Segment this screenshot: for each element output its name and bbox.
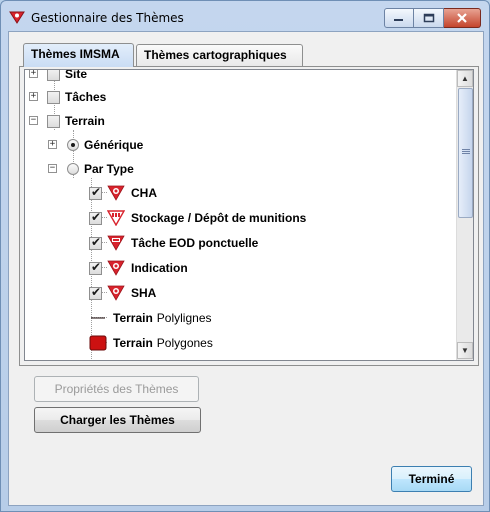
scroll-down-button[interactable]: ▼ — [457, 342, 473, 359]
hazard-triangle-icon — [107, 185, 125, 201]
scroll-up-button[interactable]: ▲ — [457, 70, 473, 87]
tree-item-taches[interactable]: Tâches — [47, 87, 106, 107]
ammo-triangle-icon — [107, 210, 125, 226]
load-themes-button[interactable]: Charger les Thèmes — [34, 407, 201, 433]
scroll-thumb[interactable] — [458, 88, 473, 218]
maximize-icon — [414, 9, 443, 27]
button-label: Charger les Thèmes — [60, 413, 175, 427]
minimize-icon — [385, 9, 413, 27]
theme-properties-button[interactable]: Propriétés des Thèmes — [34, 376, 199, 402]
collapse-toggle[interactable]: − — [29, 116, 38, 125]
theme-tree[interactable]: + Site + Tâches − Terrain + Générique − … — [24, 69, 474, 361]
expand-toggle[interactable]: + — [29, 92, 38, 101]
expand-toggle[interactable]: + — [29, 70, 38, 78]
dialog-content: Thèmes IMSMA Thèmes cartographiques + Si… — [8, 31, 484, 506]
vertical-scrollbar[interactable]: ▲ ▼ — [456, 70, 473, 360]
tree-item-eod[interactable]: Tâche EOD ponctuelle — [89, 233, 258, 253]
tree-item-label: CHA — [131, 186, 157, 200]
tree-item-sha[interactable]: SHA — [89, 283, 156, 303]
tree-item-stockage[interactable]: Stockage / Dépôt de munitions — [89, 208, 306, 228]
line-legend-icon — [91, 317, 105, 319]
polygon-legend-icon — [89, 335, 107, 351]
window-title: Gestionnaire des Thèmes — [31, 11, 184, 25]
tree-content: + Site + Tâches − Terrain + Générique − … — [25, 70, 457, 360]
maximize-button[interactable] — [414, 8, 444, 28]
expand-toggle[interactable]: + — [48, 140, 57, 149]
tree-item-par-type[interactable]: Par Type — [67, 159, 134, 179]
tab-label: Thèmes IMSMA — [31, 47, 120, 61]
tree-item-indication[interactable]: Indication — [89, 258, 188, 278]
tree-item-label: Stockage / Dépôt de munitions — [131, 211, 307, 225]
tab-panel: + Site + Tâches − Terrain + Générique − … — [19, 66, 479, 366]
tree-item-label-bold: Terrain — [113, 311, 153, 325]
tree-item-label: Générique — [84, 138, 144, 152]
par-type-radio[interactable] — [67, 163, 79, 175]
indication-checkbox[interactable] — [89, 260, 102, 275]
tree-item-label: Tâche EOD ponctuelle — [131, 236, 259, 250]
hazard-triangle-icon — [107, 285, 125, 301]
tree-item-label: SHA — [131, 286, 157, 300]
theme-manager-window: Gestionnaire des Thèmes Thèmes IMSMA Thè… — [0, 0, 490, 512]
collapse-toggle[interactable]: − — [48, 164, 57, 173]
tree-item-label-bold: Terrain — [113, 336, 153, 350]
tree-item-site[interactable]: Site — [47, 70, 87, 84]
close-icon — [444, 9, 480, 27]
stockage-checkbox[interactable] — [89, 210, 102, 225]
tree-item-label: Tâches — [65, 90, 107, 104]
generique-radio[interactable] — [67, 139, 79, 151]
tree-item-label: Terrain — [65, 114, 105, 128]
eod-checkbox[interactable] — [89, 235, 102, 250]
taches-checkbox[interactable] — [47, 90, 60, 104]
hazard-triangle-icon — [107, 260, 125, 276]
terrain-checkbox[interactable] — [47, 114, 60, 128]
tree-item-terrain-polylignes[interactable]: Terrain Polylignes — [89, 308, 212, 328]
tab-label: Thèmes cartographiques — [144, 48, 287, 62]
tree-item-label: Indication — [131, 261, 188, 275]
done-button[interactable]: Terminé — [391, 466, 472, 492]
app-icon — [9, 11, 25, 24]
tree-item-label: Par Type — [84, 162, 134, 176]
tree-item-label-rest: Polylignes — [156, 311, 212, 325]
button-label: Propriétés des Thèmes — [54, 382, 179, 396]
cha-checkbox[interactable] — [89, 185, 102, 200]
grip-line — [462, 149, 470, 150]
minimize-button[interactable] — [384, 8, 414, 28]
button-label: Terminé — [408, 472, 455, 486]
title-bar: Gestionnaire des Thèmes — [1, 1, 489, 31]
tree-item-label-rest: Polygones — [156, 336, 213, 350]
close-button[interactable] — [444, 8, 481, 28]
tree-item-generique[interactable]: Générique — [67, 135, 143, 155]
tree-item-terrain[interactable]: Terrain — [47, 111, 105, 131]
tree-item-terrain-polygones[interactable]: Terrain Polygones — [89, 333, 213, 353]
site-checkbox[interactable] — [47, 70, 60, 81]
grip-line — [462, 151, 470, 152]
tab-map-themes[interactable]: Thèmes cartographiques — [136, 44, 303, 66]
sha-checkbox[interactable] — [89, 285, 102, 300]
tab-themes-imsma[interactable]: Thèmes IMSMA — [23, 43, 134, 67]
eod-triangle-icon — [107, 235, 125, 251]
tree-item-label: Site — [65, 70, 88, 81]
tree-item-cha[interactable]: CHA — [89, 183, 157, 203]
grip-line — [462, 153, 470, 154]
